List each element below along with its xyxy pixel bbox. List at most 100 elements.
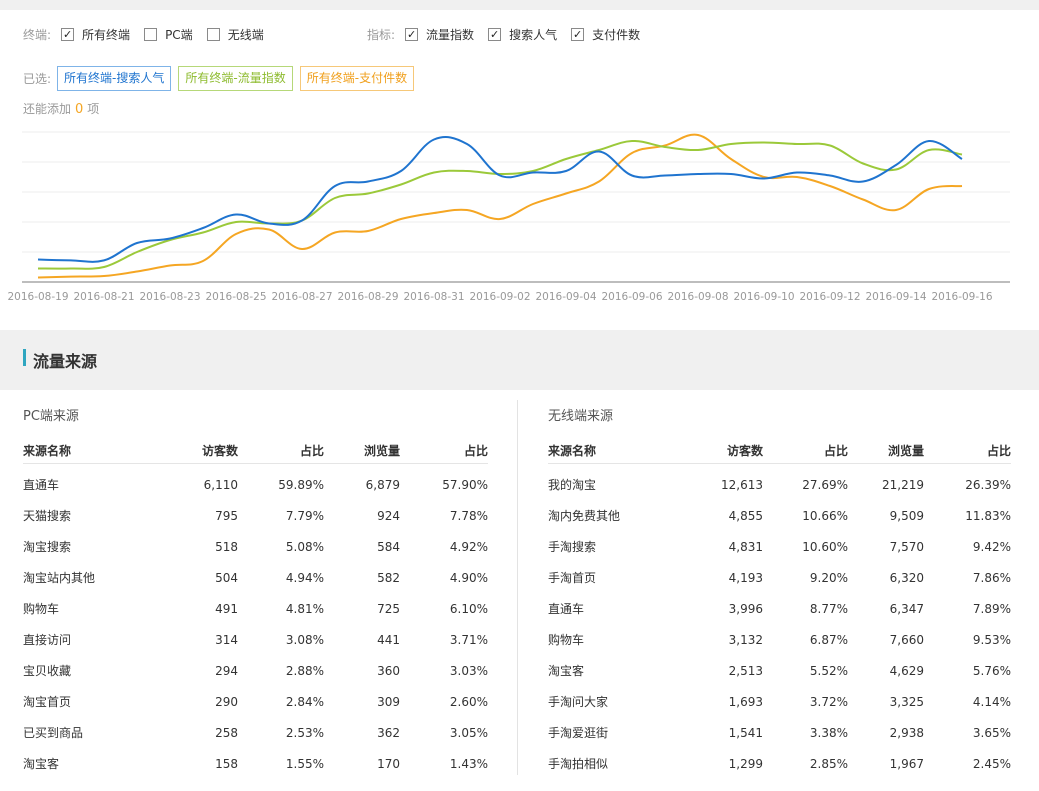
- cell-pageviews: 362: [377, 725, 400, 740]
- cell-visitors: 1,299: [728, 756, 763, 771]
- pc-source-table: 来源名称 访客数 占比 浏览量 占比 直通车 6,110 59.89% 6,879 57…: [23, 439, 488, 779]
- selected-tags: 已选: 所有终端-搜索人气 所有终端-流量指数 所有终端-支付件数: [23, 66, 421, 91]
- x-tick-label: 2016-08-21: [73, 291, 134, 303]
- terminal-option-pc[interactable]: PC端: [144, 26, 193, 43]
- terminal-option-all[interactable]: ✓ 所有终端: [61, 26, 130, 43]
- cell-visitor-share: 5.52%: [809, 663, 848, 678]
- table-row: 天猫搜索 795 7.79% 924 7.78%: [23, 500, 488, 531]
- cell-pageviews: 2,938: [889, 725, 924, 740]
- cell-visitors: 3,132: [728, 632, 763, 647]
- cell-source-name: 直通车: [23, 478, 60, 493]
- checkbox-unchecked-icon[interactable]: [206, 27, 220, 41]
- cell-visitors: 795: [215, 508, 238, 523]
- cell-pageview-share: 11.83%: [965, 508, 1011, 523]
- cell-visitors: 4,855: [728, 508, 763, 523]
- cell-pageviews: 725: [377, 601, 400, 616]
- cell-visitor-share: 10.60%: [802, 539, 848, 554]
- metric-option-traffic-index[interactable]: ✓ 流量指数: [405, 26, 474, 43]
- cell-pageviews: 924: [377, 508, 400, 523]
- table-row: 手淘首页 4,193 9.20% 6,320 7.86%: [548, 562, 1011, 593]
- metric-option-paid-items[interactable]: ✓ 支付件数: [571, 26, 640, 43]
- checkbox-unchecked-icon[interactable]: [144, 27, 158, 41]
- cell-source-name: 我的淘宝: [548, 478, 597, 493]
- table-header-row: 来源名称 访客数 占比 浏览量 占比: [548, 439, 1011, 464]
- cell-visitor-share: 4.81%: [285, 601, 324, 616]
- cell-source-name: 淘宝站内其他: [23, 571, 96, 585]
- cell-pageview-share: 4.90%: [449, 570, 488, 585]
- x-tick-label: 2016-09-06: [601, 291, 662, 303]
- cell-pageview-share: 4.92%: [449, 539, 488, 554]
- cell-pageviews: 1,967: [889, 756, 924, 771]
- x-tick-label: 2016-09-02: [469, 291, 530, 303]
- cell-visitor-share: 1.55%: [285, 756, 324, 771]
- cell-pageviews: 6,879: [365, 477, 400, 492]
- checkbox-checked-icon[interactable]: ✓: [61, 27, 75, 41]
- cell-pageviews: 170: [377, 756, 400, 771]
- series-line-paid-items: [37, 133, 963, 279]
- remaining-suffix: 项: [87, 102, 100, 116]
- series-line-search-popularity: [37, 136, 963, 263]
- table-row: 淘宝首页 290 2.84% 309 2.60%: [23, 686, 488, 717]
- table-row: 淘宝搜索 518 5.08% 584 4.92%: [23, 531, 488, 562]
- selected-label: 已选:: [23, 72, 52, 86]
- checkbox-checked-icon[interactable]: ✓: [405, 27, 419, 41]
- x-tick-label: 2016-09-12: [799, 291, 860, 303]
- cell-visitor-share: 10.66%: [802, 508, 848, 523]
- trend-line-chart: 2016-08-19 2016-08-21 2016-08-23 2016-08-25…: [7, 131, 1010, 303]
- cell-source-name: 购物车: [548, 633, 585, 647]
- cell-visitor-share: 3.38%: [809, 725, 848, 740]
- x-tick-label: 2016-08-31: [403, 291, 464, 303]
- terminal-option-mobile[interactable]: 无线端: [206, 26, 264, 43]
- cell-pageviews: 3,325: [889, 694, 924, 709]
- cell-source-name: 手淘首页: [548, 571, 597, 585]
- remaining-prefix: 还能添加: [23, 102, 72, 116]
- x-tick-label: 2016-08-19: [7, 291, 68, 303]
- table-header-row: 来源名称 访客数 占比 浏览量 占比: [23, 439, 488, 464]
- cell-visitors: 491: [215, 601, 238, 616]
- table-row: 已买到商品 258 2.53% 362 3.05%: [23, 717, 488, 748]
- cell-visitors: 4,193: [728, 570, 763, 585]
- cell-visitor-share: 5.08%: [285, 539, 324, 554]
- x-tick-label: 2016-08-23: [139, 291, 200, 303]
- cell-source-name: 宝贝收藏: [23, 664, 72, 678]
- col-header-pageview-share: 占比: [924, 439, 1011, 464]
- col-header-pageview-share: 占比: [400, 439, 488, 464]
- table-row: 淘宝客 2,513 5.52% 4,629 5.76%: [548, 655, 1011, 686]
- col-header-source: 来源名称: [548, 439, 693, 464]
- cell-pageview-share: 3.65%: [972, 725, 1011, 740]
- cell-visitors: 314: [215, 632, 238, 647]
- checkbox-checked-icon[interactable]: ✓: [571, 27, 585, 41]
- cell-pageviews: 309: [377, 694, 400, 709]
- metric-filter: 指标: ✓ 流量指数 ✓ 搜索人气 ✓ 支付件数: [367, 25, 654, 43]
- chart-series: [37, 133, 963, 279]
- cell-visitors: 1,693: [728, 694, 763, 709]
- cell-source-name: 手淘拍相似: [548, 757, 609, 771]
- cell-pageviews: 4,629: [889, 663, 924, 678]
- cell-visitors: 518: [215, 539, 238, 554]
- cell-source-name: 直通车: [548, 602, 585, 616]
- cell-pageview-share: 9.53%: [972, 632, 1011, 647]
- cell-source-name: 淘宝客: [548, 664, 585, 678]
- metric-option-search-popularity[interactable]: ✓ 搜索人气: [488, 26, 557, 43]
- cell-pageviews: 7,660: [889, 632, 924, 647]
- selected-tag-search-popularity[interactable]: 所有终端-搜索人气: [57, 66, 172, 91]
- cell-source-name: 淘宝搜索: [23, 540, 72, 554]
- table-row: 手淘拍相似 1,299 2.85% 1,967 2.45%: [548, 748, 1011, 779]
- cell-pageview-share: 5.76%: [972, 663, 1011, 678]
- selected-tag-traffic-index[interactable]: 所有终端-流量指数: [178, 66, 293, 91]
- table-row: 购物车 491 4.81% 725 6.10%: [23, 593, 488, 624]
- mobile-source-panel: 无线端来源 来源名称 访客数 占比 浏览量 占比 我的淘宝 12,613 27.69…: [548, 405, 1011, 771]
- selected-tag-paid-items[interactable]: 所有终端-支付件数: [299, 66, 415, 91]
- cell-source-name: 天猫搜索: [23, 509, 72, 523]
- panel-divider: [517, 400, 518, 775]
- checkbox-checked-icon[interactable]: ✓: [488, 27, 502, 41]
- cell-pageviews: 441: [377, 632, 400, 647]
- terminal-filter: 终端: ✓ 所有终端 PC端 无线端: [23, 25, 278, 43]
- table-row: 购物车 3,132 6.87% 7,660 9.53%: [548, 624, 1011, 655]
- cell-pageviews: 21,219: [882, 477, 924, 492]
- x-tick-label: 2016-09-08: [667, 291, 728, 303]
- cell-source-name: 已买到商品: [23, 726, 84, 740]
- cell-source-name: 淘宝首页: [23, 695, 72, 709]
- table-row: 淘内免费其他 4,855 10.66% 9,509 11.83%: [548, 500, 1011, 531]
- metric-filter-label: 指标:: [367, 27, 396, 42]
